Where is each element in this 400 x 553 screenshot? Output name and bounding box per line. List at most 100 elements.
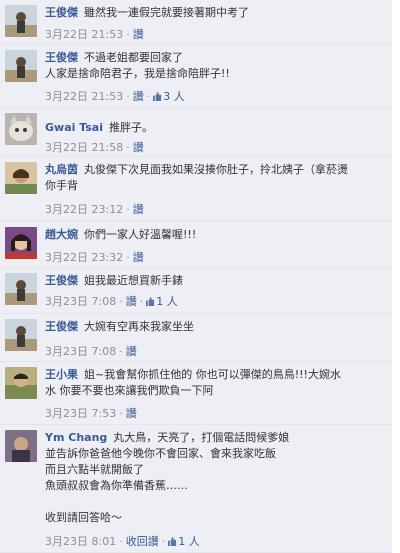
comment-time[interactable]: 21:58 (92, 141, 124, 154)
comment-date[interactable]: 3月22日 (45, 203, 88, 216)
comment-time[interactable]: 7:08 (92, 295, 117, 308)
comment-meta: 3月23日 7:08 · 讚 (45, 343, 137, 359)
like-link[interactable]: 讚 (133, 90, 144, 103)
comment-time[interactable]: 23:12 (92, 203, 124, 216)
comment-text: 收到請回答哈～ (45, 511, 122, 524)
commenter-name[interactable]: 王俊傑 (45, 51, 78, 64)
like-count-link[interactable]: 3 人 (153, 90, 185, 103)
comment-item: Gwai Tsai 推胖子。 3月22日 21:58 · 讚 (0, 108, 392, 157)
like-count[interactable]: 1 人 (156, 295, 178, 308)
avatar[interactable] (5, 113, 37, 145)
separator-dot: · (126, 90, 130, 103)
comment-text: 並告訴你爸爸他今晚你不會回家、會來我家吃飯 (45, 447, 276, 460)
comment-text (45, 495, 49, 508)
like-link[interactable]: 讚 (133, 28, 144, 41)
avatar[interactable] (5, 367, 37, 399)
comment-date[interactable]: 3月23日 (45, 407, 88, 420)
comment-time[interactable]: 7:08 (92, 345, 117, 358)
avatar[interactable] (5, 50, 37, 82)
like-link[interactable]: 讚 (126, 345, 137, 358)
like-count[interactable]: 3 人 (163, 90, 185, 103)
comment-text: 而且六點半就開飯了 (45, 463, 144, 476)
avatar[interactable] (5, 5, 37, 37)
avatar[interactable] (5, 273, 37, 305)
comment-text: 雖然我一連假完就要接著期中考了 (84, 6, 249, 19)
like-link[interactable]: 讚 (126, 407, 137, 420)
like-link[interactable]: 讚 (133, 203, 144, 216)
avatar[interactable] (5, 430, 37, 462)
comment-body: Gwai Tsai 推胖子。 (45, 120, 385, 136)
comment-text: 你們一家人好溫馨喔!!! (84, 228, 197, 241)
comment-text: 丸俊傑下次見面我如果沒揍你肚子，拎北姨子（拿菸燙 (84, 163, 348, 176)
comment-body: 王俊傑 姐我最近想買新手錶 (45, 273, 385, 289)
profile-photo-icon (5, 430, 37, 462)
comment-meta: 3月23日 8:01 · 收回讚 · 1 人 (45, 533, 200, 549)
comment-text: 你手背 (45, 179, 78, 192)
avatar[interactable] (5, 162, 37, 194)
comment-text: 姐我最近想買新手錶 (84, 274, 183, 287)
profile-photo-icon (5, 319, 37, 351)
separator-dot: · (126, 141, 130, 154)
separator-dot: · (126, 203, 130, 216)
comment-time[interactable]: 21:53 (92, 28, 124, 41)
profile-photo-icon (5, 227, 37, 259)
profile-photo-icon (5, 50, 37, 82)
commenter-name[interactable]: 王俊傑 (45, 6, 78, 19)
comment-meta: 3月22日 21:58 · 讚 (45, 139, 144, 155)
avatar[interactable] (5, 319, 37, 351)
comment-text: 推胖子。 (109, 121, 153, 134)
separator-dot: · (119, 535, 123, 548)
comment-time[interactable]: 23:32 (92, 251, 124, 264)
like-link[interactable]: 讚 (126, 295, 137, 308)
avatar[interactable] (5, 227, 37, 259)
profile-photo-icon (5, 367, 37, 399)
comment-item: 王小果 姐~我會幫你抓住他的 你也可以彈傑的鳥鳥!!!大婉水 水 你要不要也來讓我… (0, 362, 392, 425)
commenter-name[interactable]: 趙大婉 (45, 228, 78, 241)
commenter-name[interactable]: 王俊傑 (45, 320, 78, 333)
comment-date[interactable]: 3月22日 (45, 28, 88, 41)
comment-date[interactable]: 3月23日 (45, 345, 88, 358)
commenter-name[interactable]: 丸烏茵 (45, 163, 78, 176)
comment-meta: 3月22日 23:32 · 讚 (45, 249, 144, 265)
like-link[interactable]: 讚 (133, 251, 144, 264)
comment-date[interactable]: 3月22日 (45, 251, 88, 264)
comment-time[interactable]: 7:53 (92, 407, 117, 420)
like-count[interactable]: 1 人 (178, 535, 200, 548)
thumbs-up-icon (168, 537, 177, 546)
comment-text: 丸大鳥，天亮了，打個電話問候爹娘 (113, 431, 290, 444)
comment-item: Ym Chang 丸大鳥，天亮了，打個電話問候爹娘 並告訴你爸爸他今晚你不會回家、… (0, 425, 392, 553)
separator-dot: · (119, 295, 123, 308)
comment-text: 姐~我會幫你抓住他的 你也可以彈傑的鳥鳥!!!大婉水 (84, 368, 341, 381)
commenter-name[interactable]: 王俊傑 (45, 274, 78, 287)
comment-meta: 3月22日 23:12 · 讚 (45, 201, 144, 217)
commenter-name[interactable]: Gwai Tsai (45, 121, 103, 134)
comment-item: 王俊傑 雖然我一連假完就要接著期中考了 3月22日 21:53 · 讚 (0, 0, 392, 45)
comment-time[interactable]: 8:01 (92, 535, 117, 548)
profile-photo-icon (5, 162, 37, 194)
thumbs-up-icon (146, 297, 155, 306)
like-count-link[interactable]: 1 人 (168, 535, 200, 548)
comment-time[interactable]: 21:53 (92, 90, 124, 103)
like-count-link[interactable]: 1 人 (146, 295, 178, 308)
comment-date[interactable]: 3月23日 (45, 295, 88, 308)
commenter-name[interactable]: 王小果 (45, 368, 78, 381)
profile-photo-icon (5, 273, 37, 305)
thumbs-up-icon (153, 92, 162, 101)
comment-item: 王俊傑 姐我最近想買新手錶 3月23日 7:08 · 讚 · 1 人 (0, 268, 392, 314)
comment-body: 王俊傑 大婉有空再來我家坐坐 (45, 319, 385, 335)
comment-date[interactable]: 3月22日 (45, 90, 88, 103)
comment-body: 趙大婉 你們一家人好溫馨喔!!! (45, 227, 385, 243)
separator-dot: · (126, 28, 130, 41)
separator-dot: · (119, 345, 123, 358)
comment-text: 不過老姐都要回家了 (84, 51, 183, 64)
separator-dot: · (139, 295, 144, 308)
comment-list: 王俊傑 雖然我一連假完就要接著期中考了 3月22日 21:53 · 讚 王俊傑 不過老姐… (0, 0, 400, 553)
unlike-link[interactable]: 收回讚 (126, 535, 159, 548)
comment-text: 水 你要不要也來讓我們欺負一下阿 (45, 384, 214, 397)
comment-date[interactable]: 3月22日 (45, 141, 88, 154)
comment-text: 大婉有空再來我家坐坐 (84, 320, 194, 333)
commenter-name[interactable]: Ym Chang (45, 431, 107, 444)
comment-date[interactable]: 3月23日 (45, 535, 88, 548)
like-link[interactable]: 讚 (133, 141, 144, 154)
comment-item: 丸烏茵 丸俊傑下次見面我如果沒揍你肚子，拎北姨子（拿菸燙 你手背 3月22日 23… (0, 157, 392, 222)
